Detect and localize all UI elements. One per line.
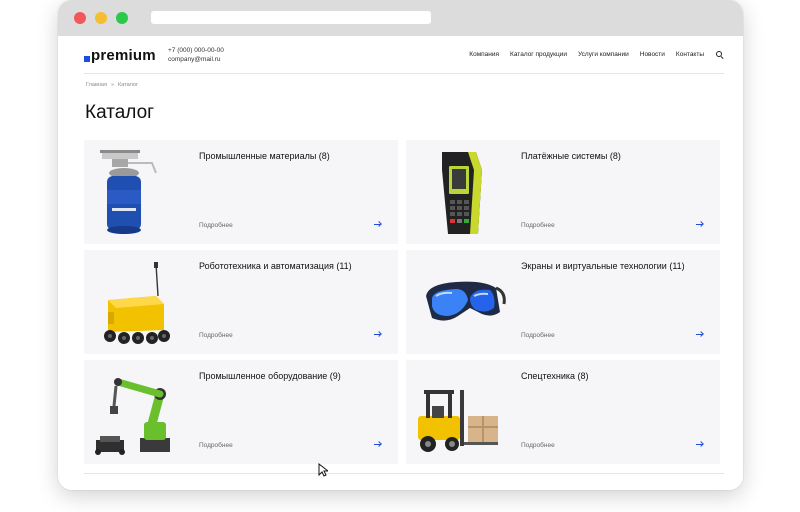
page: premium +7 (000) 000-00-00 company@mail.… bbox=[58, 36, 743, 490]
page-title: Каталог bbox=[85, 102, 155, 123]
robotic-arm-icon bbox=[95, 378, 170, 455]
catalog-card[interactable]: Экраны и виртуальные технологии (11) Под… bbox=[406, 250, 720, 354]
catalog-card[interactable]: Промышленное оборудование (9) Подробнее bbox=[84, 360, 398, 464]
breadcrumb-home[interactable]: Главная bbox=[86, 82, 107, 88]
browser-chrome bbox=[58, 0, 743, 36]
card-more-link[interactable]: Подробнее bbox=[521, 222, 555, 229]
payment-terminal-icon bbox=[442, 152, 482, 234]
breadcrumb: Главная» Каталог bbox=[86, 82, 138, 88]
arrow-right-icon[interactable] bbox=[374, 221, 382, 229]
nav-item-catalog[interactable]: Каталог продукции bbox=[510, 51, 567, 58]
address-bar[interactable] bbox=[151, 11, 431, 24]
email-address[interactable]: company@mail.ru bbox=[168, 55, 224, 64]
arrow-right-icon[interactable] bbox=[696, 331, 704, 339]
catalog-card[interactable]: Спецтехника (8) Подробнее bbox=[406, 360, 720, 464]
breadcrumb-separator: » bbox=[110, 82, 114, 88]
close-window-button[interactable] bbox=[74, 12, 86, 24]
catalog-card[interactable]: Платёжные системы (8) Подробнее bbox=[406, 140, 720, 244]
mouse-cursor-icon bbox=[318, 463, 328, 477]
main-navigation: Компания Каталог продукции Услуги компан… bbox=[458, 51, 723, 58]
nav-item-news[interactable]: Новости bbox=[640, 51, 665, 58]
gas-canister-icon bbox=[100, 150, 157, 234]
nav-item-services[interactable]: Услуги компании bbox=[578, 51, 629, 58]
logo-square-icon bbox=[84, 56, 90, 62]
maximize-window-button[interactable] bbox=[116, 12, 128, 24]
card-title[interactable]: Промышленные материалы (8) bbox=[199, 151, 330, 161]
minimize-window-button[interactable] bbox=[95, 12, 107, 24]
forklift-icon bbox=[418, 390, 498, 452]
card-more-link[interactable]: Подробнее bbox=[199, 442, 233, 449]
card-more-link[interactable]: Подробнее bbox=[199, 332, 233, 339]
header-divider bbox=[84, 73, 724, 74]
arrow-right-icon[interactable] bbox=[374, 331, 382, 339]
card-title[interactable]: Промышленное оборудование (9) bbox=[199, 371, 341, 381]
site-logo[interactable]: premium bbox=[84, 45, 156, 65]
arrow-right-icon[interactable] bbox=[374, 441, 382, 449]
catalog-card[interactable]: Робототехника и автоматизация (11) Подро… bbox=[84, 250, 398, 354]
card-more-link[interactable]: Подробнее bbox=[521, 332, 555, 339]
card-title[interactable]: Экраны и виртуальные технологии (11) bbox=[521, 261, 685, 271]
logo-text: premium bbox=[91, 47, 156, 64]
delivery-robot-icon bbox=[104, 262, 170, 344]
arrow-right-icon[interactable] bbox=[696, 441, 704, 449]
vr-goggles-icon bbox=[426, 281, 506, 321]
card-title[interactable]: Платёжные системы (8) bbox=[521, 151, 621, 161]
catalog-bottom-divider bbox=[84, 473, 724, 474]
header-contacts: +7 (000) 000-00-00 company@mail.ru bbox=[168, 46, 224, 64]
card-more-link[interactable]: Подробнее bbox=[199, 222, 233, 229]
browser-window: premium +7 (000) 000-00-00 company@mail.… bbox=[58, 0, 743, 490]
nav-item-contacts[interactable]: Контакты bbox=[676, 51, 704, 58]
search-icon[interactable] bbox=[716, 51, 723, 58]
card-title[interactable]: Спецтехника (8) bbox=[521, 371, 589, 381]
arrow-right-icon[interactable] bbox=[696, 221, 704, 229]
catalog-card[interactable]: Промышленные материалы (8) Подробнее bbox=[84, 140, 398, 244]
breadcrumb-current: Каталог bbox=[118, 82, 138, 88]
phone-number[interactable]: +7 (000) 000-00-00 bbox=[168, 46, 224, 55]
nav-item-company[interactable]: Компания bbox=[469, 51, 499, 58]
card-title[interactable]: Робототехника и автоматизация (11) bbox=[199, 261, 352, 271]
card-more-link[interactable]: Подробнее bbox=[521, 442, 555, 449]
